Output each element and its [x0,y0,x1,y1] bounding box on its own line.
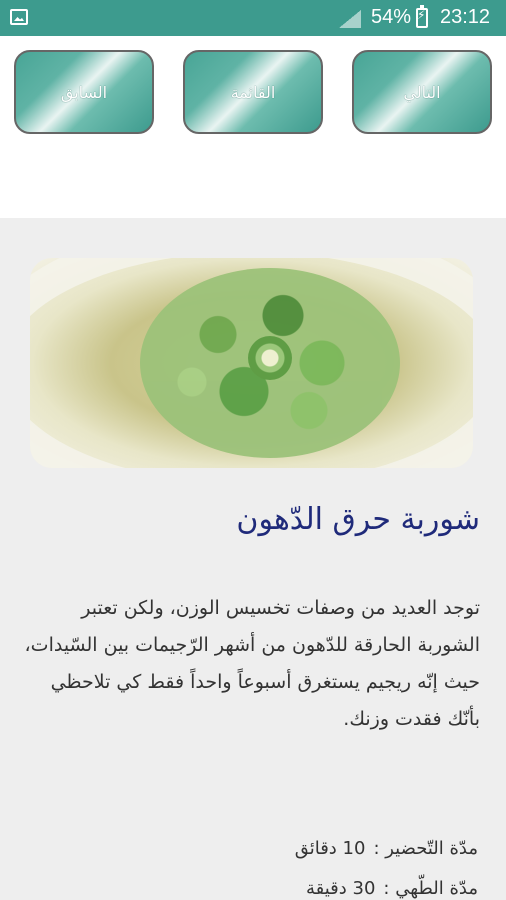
recipe-title: شوربة حرق الدّهون [236,502,480,537]
battery-charging-icon [416,5,428,28]
clock: 23:12 [440,6,491,28]
recipe-photo [30,258,473,468]
prep-time: مدّة التّحضير : 10 دقائق [295,838,478,859]
cook-time: مدّة الطّهي : 30 دقيقة [306,878,478,899]
nav-bar: السابق القائمة التالي [0,36,506,218]
prep-time-label: مدّة التّحضير : [373,838,478,859]
previous-button[interactable]: السابق [14,50,154,134]
signal-icon [339,10,361,28]
okra-slice [248,336,292,380]
cook-time-value: 30 دقيقة [305,878,376,899]
prep-time-value: 10 دقائق [294,838,366,859]
recipe-content: شوربة حرق الدّهون توجد العديد من وصفات ت… [0,218,506,900]
recipe-description: توجد العديد من وصفات تخسيس الوزن، ولكن ت… [24,597,480,730]
next-button[interactable]: التالي [352,50,492,134]
battery-percent: 54% [371,6,412,28]
list-button[interactable]: القائمة [183,50,323,134]
cook-time-label: مدّة الطّهي : [383,878,478,899]
gallery-notification-icon [10,9,28,25]
status-bar: 54% 23:12 [0,0,506,36]
